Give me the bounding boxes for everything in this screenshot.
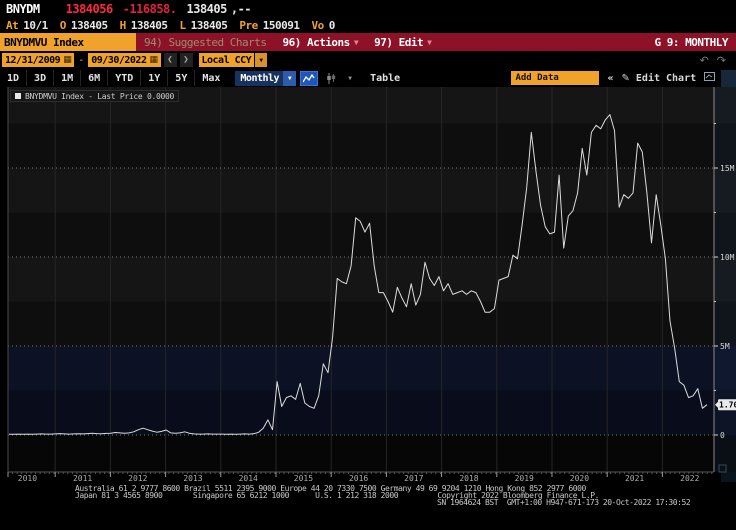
chart-legend: BNYDMVU Index - Last Price 0.0000: [10, 90, 180, 102]
date-separator: -: [78, 54, 85, 66]
at-value: 10/1: [23, 18, 48, 32]
high-label: H: [119, 18, 127, 32]
range-1m[interactable]: 1M: [54, 70, 82, 86]
chart-type-dropdown-icon[interactable]: ▼: [344, 71, 356, 86]
date-range-bar: 12/31/2009 ▦ - 09/30/2022 ▦ ❮ ❯ Local CC…: [0, 51, 736, 69]
high-value: 138405: [130, 18, 168, 32]
range-ytd[interactable]: YTD: [108, 70, 142, 86]
bid-ask-placeholder: ,--: [230, 1, 252, 16]
svg-text:10M: 10M: [720, 253, 735, 262]
chevron-down-icon[interactable]: ▼: [255, 53, 268, 67]
svg-text:2014: 2014: [239, 474, 258, 483]
svg-text:2017: 2017: [404, 474, 423, 483]
svg-text:2022: 2022: [680, 474, 699, 483]
svg-text:1.702M: 1.702M: [719, 401, 736, 410]
history-controls: ↶ ↷: [700, 54, 736, 67]
volume-label: Vo: [311, 18, 325, 32]
redo-icon[interactable]: ↷: [717, 54, 726, 67]
svg-text:2012: 2012: [128, 474, 147, 483]
at-label: At: [6, 18, 19, 32]
legend-label: BNYDMVU Index - Last Price 0.0000: [25, 91, 175, 101]
open-value: 138405: [70, 18, 108, 32]
mini-chart-icon[interactable]: [704, 72, 716, 84]
calendar-icon[interactable]: ▦: [63, 55, 72, 65]
edit-menu-button[interactable]: 97) Edit ▼: [366, 33, 439, 51]
table-button[interactable]: Table: [370, 73, 400, 84]
svg-text:2018: 2018: [459, 474, 478, 483]
edit-chart-button[interactable]: ✎ Edit Chart: [621, 73, 696, 84]
chevron-down-icon: ▼: [283, 70, 297, 86]
chevron-left-icon[interactable]: ❮: [163, 53, 177, 67]
actions-menu-button[interactable]: 96) Actions ▼: [274, 33, 366, 51]
svg-text:2011: 2011: [73, 474, 92, 483]
range-1y[interactable]: 1Y: [141, 70, 169, 86]
page-indicator: G 9: MONTHLY: [654, 35, 729, 49]
calendar-icon[interactable]: ▦: [149, 55, 158, 65]
svg-text:2016: 2016: [349, 474, 368, 483]
currency-select[interactable]: Local CCY: [198, 53, 255, 67]
start-date-value: 12/31/2009: [5, 54, 61, 66]
end-date-value: 09/30/2022: [91, 54, 147, 66]
chart-canvas[interactable]: 2010 2011 2012 2013 2014 2015 2016 2017 2018 2019…: [0, 87, 736, 485]
line-chart-icon[interactable]: [300, 70, 319, 86]
undo-icon[interactable]: ↶: [700, 54, 709, 67]
svg-text:5M: 5M: [720, 342, 730, 351]
volume-value: 0: [328, 18, 336, 32]
chevron-right-icon[interactable]: ❯: [179, 53, 193, 67]
edit-label: 97) Edit: [374, 35, 424, 49]
edit-chart-label: Edit Chart: [635, 72, 697, 84]
price-chart[interactable]: 2010 2011 2012 2013 2014 2015 2016 2017 2018 2019…: [0, 87, 736, 485]
start-date-field[interactable]: 12/31/2009 ▦: [2, 53, 75, 67]
suggested-charts-button[interactable]: 94) Suggested Charts: [136, 33, 274, 51]
svg-text:15M: 15M: [720, 164, 735, 173]
collapse-panel-button[interactable]: «: [607, 73, 613, 84]
quote-header-row: BNYDM 1384056 -116858. 138405 ,--: [0, 0, 736, 17]
command-bar: 94) Suggested Charts 96) Actions ▼ 97) E…: [0, 33, 736, 51]
candlestick-icon[interactable]: [322, 71, 340, 86]
end-date-field[interactable]: 09/30/2022 ▦: [88, 53, 161, 67]
range-3d[interactable]: 3D: [27, 70, 55, 86]
svg-text:0: 0: [720, 431, 725, 440]
range-5y[interactable]: 5Y: [168, 70, 196, 86]
low-label: L: [179, 18, 187, 32]
actions-label: 96) Actions: [282, 35, 350, 49]
chevron-down-icon: ▼: [353, 37, 359, 47]
prev-value: 150091: [262, 18, 300, 32]
add-data-input[interactable]: [511, 71, 600, 85]
svg-text:2015: 2015: [294, 474, 313, 483]
range-max[interactable]: Max: [195, 70, 227, 86]
footer-session-info: SN 1964624 BST GMT+1:00 H947-671-173 20-…: [437, 498, 691, 507]
price-change: -116858.: [122, 1, 177, 16]
ohlc-row: At 10/1 O 138405 H 138405 L 138405 Pre 1…: [0, 17, 736, 33]
series-marker-icon: [15, 93, 21, 99]
last-price: 1384056: [65, 1, 114, 16]
chevron-down-icon: ▼: [427, 37, 432, 47]
suggested-charts-label: 94) Suggested Charts: [144, 35, 267, 49]
last-trade: 138405: [186, 1, 228, 16]
ticker-symbol: BNYDM: [6, 1, 40, 16]
svg-text:2020: 2020: [570, 474, 589, 483]
svg-text:2010: 2010: [18, 474, 37, 483]
range-1d[interactable]: 1D: [0, 70, 28, 86]
period-select[interactable]: Monthly ▼: [235, 70, 297, 86]
svg-text:2019: 2019: [515, 474, 534, 483]
open-label: O: [59, 18, 67, 32]
low-value: 138405: [190, 18, 228, 32]
range-6m[interactable]: 6M: [81, 70, 109, 86]
chart-toolbar: 1D 3D 1M 6M YTD 1Y 5Y Max Monthly ▼ ▼ Ta…: [0, 69, 736, 87]
prev-label: Pre: [239, 18, 258, 32]
pencil-icon: ✎: [621, 72, 630, 84]
period-value: Monthly: [240, 72, 280, 84]
svg-text:2021: 2021: [625, 474, 644, 483]
svg-text:2013: 2013: [183, 474, 202, 483]
security-input[interactable]: [0, 33, 136, 51]
currency-value: Local CCY: [201, 54, 252, 66]
